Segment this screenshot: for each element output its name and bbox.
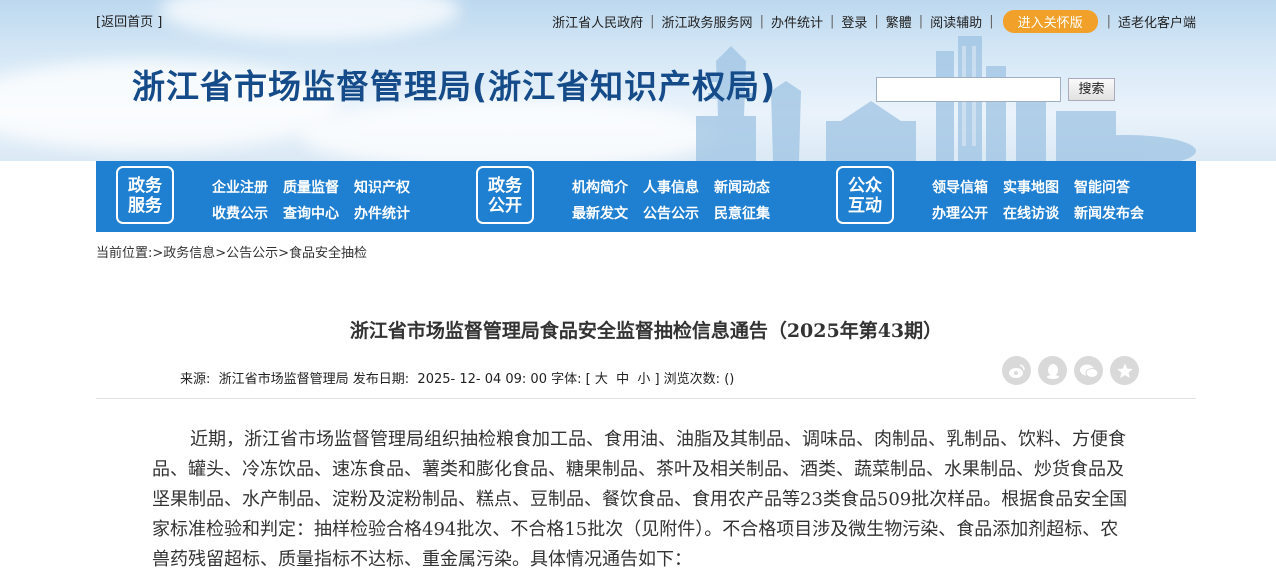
badge-line: 公众 bbox=[848, 176, 882, 196]
badge-line: 服务 bbox=[128, 196, 162, 216]
nav-item-quality-supervision[interactable]: 质量监督 bbox=[283, 177, 339, 197]
zhejiang-service-link[interactable]: 浙江政务服务网 bbox=[662, 12, 753, 31]
main-nav: 政务 服务 企业注册 质量监督 知识产权 收费公示 查询中心 办件统计 政务 公… bbox=[96, 161, 1196, 232]
nav-item-query-center[interactable]: 查询中心 bbox=[283, 203, 339, 223]
search-button[interactable]: 搜索 bbox=[1068, 78, 1115, 101]
banner-cloud bbox=[300, 100, 720, 161]
share-bar bbox=[1002, 356, 1146, 385]
nav-item-fee-publicity[interactable]: 收费公示 bbox=[212, 203, 268, 223]
divider bbox=[96, 398, 1196, 399]
reading-assist-link[interactable]: 阅读辅助 bbox=[930, 12, 982, 31]
traditional-chinese-link[interactable]: 繁體 bbox=[886, 12, 912, 31]
top-links-bar: [返回首页 ] 浙江省人民政府 | 浙江政务服务网 | 办件统计 | 登录 | … bbox=[96, 10, 1196, 33]
header-banner: [返回首页 ] 浙江省人民政府 | 浙江政务服务网 | 办件统计 | 登录 | … bbox=[0, 0, 1276, 161]
separator: | bbox=[759, 14, 764, 29]
separator: | bbox=[829, 14, 835, 29]
favorite-icon[interactable] bbox=[1110, 356, 1139, 385]
top-links: 浙江省人民政府 | 浙江政务服务网 | 办件统计 | 登录 | 繁體 | 阅读辅… bbox=[552, 10, 1196, 33]
nav-item-intellectual-property[interactable]: 知识产权 bbox=[354, 177, 410, 197]
separator: | bbox=[874, 14, 879, 29]
nav-item-practical-map[interactable]: 实事地图 bbox=[1003, 177, 1059, 197]
badge-line: 互动 bbox=[848, 196, 882, 216]
nav-item-announcements[interactable]: 公告公示 bbox=[643, 203, 699, 223]
article-title: 浙江省市场监督管理局食品安全监督抽检信息通告（2025年第43期） bbox=[349, 320, 943, 342]
nav-item-personnel-info[interactable]: 人事信息 bbox=[643, 177, 699, 197]
nav-item-enterprise-registration[interactable]: 企业注册 bbox=[212, 177, 268, 197]
badge-line: 政务 bbox=[128, 176, 162, 196]
breadcrumb[interactable]: 当前位置:>政务信息>公告公示>食品安全抽检 bbox=[96, 242, 367, 261]
wechat-icon[interactable] bbox=[1074, 356, 1103, 385]
back-home-link[interactable]: [返回首页 ] bbox=[96, 11, 162, 30]
badge-line: 公开 bbox=[488, 196, 522, 216]
separator: | bbox=[918, 14, 924, 29]
nav-links: 机构简介 人事信息 新闻动态 最新发文 公告公示 民意征集 bbox=[572, 174, 785, 226]
nav-badge-government-service[interactable]: 政务 服务 bbox=[116, 166, 174, 224]
article-body: 近期，浙江省市场监督管理局组织抽检粮食加工品、食用油、油脂及其制品、调味品、肉制… bbox=[152, 429, 1128, 570]
nav-item-latest-documents[interactable]: 最新发文 bbox=[572, 203, 628, 223]
nav-badge-public-interaction[interactable]: 公众 互动 bbox=[836, 166, 894, 224]
nav-links: 领导信箱 实事地图 智能问答 办理公开 在线访谈 新闻发布会 bbox=[932, 174, 1159, 226]
separator: | bbox=[989, 14, 994, 29]
weibo-icon[interactable] bbox=[1002, 356, 1031, 385]
nav-item-organization-intro[interactable]: 机构简介 bbox=[572, 177, 628, 197]
nav-item-case-statistics[interactable]: 办件统计 bbox=[354, 203, 410, 223]
article-meta: 来源: 浙江省市场监督管理局 发布日期: 2025- 12- 04 09: 00… bbox=[180, 372, 735, 387]
care-mode-button[interactable]: 进入关怀版 bbox=[1002, 10, 1098, 33]
nav-item-online-interview[interactable]: 在线访谈 bbox=[1003, 203, 1059, 223]
nav-item-news[interactable]: 新闻动态 bbox=[714, 177, 770, 197]
login-link[interactable]: 登录 bbox=[841, 12, 867, 31]
search-input[interactable] bbox=[876, 77, 1061, 102]
badge-line: 政务 bbox=[488, 176, 522, 196]
nav-badge-government-affairs[interactable]: 政务 公开 bbox=[476, 166, 534, 224]
separator: | bbox=[650, 14, 655, 29]
separator: | bbox=[1106, 14, 1111, 29]
elder-client-link[interactable]: 适老化客户端 bbox=[1118, 12, 1196, 31]
nav-item-press-conference[interactable]: 新闻发布会 bbox=[1074, 203, 1144, 223]
nav-item-public-opinion[interactable]: 民意征集 bbox=[714, 203, 770, 223]
zhejiang-government-link[interactable]: 浙江省人民政府 bbox=[552, 12, 643, 31]
site-title: 浙江省市场监督管理局(浙江省知识产权局) bbox=[132, 67, 777, 106]
nav-item-leader-mailbox[interactable]: 领导信箱 bbox=[932, 177, 988, 197]
case-statistics-link[interactable]: 办件统计 bbox=[771, 12, 823, 31]
nav-links: 企业注册 质量监督 知识产权 收费公示 查询中心 办件统计 bbox=[212, 174, 425, 226]
nav-item-smart-qa[interactable]: 智能问答 bbox=[1074, 177, 1130, 197]
nav-item-handling-public[interactable]: 办理公开 bbox=[932, 203, 988, 223]
qq-icon[interactable] bbox=[1038, 356, 1067, 385]
